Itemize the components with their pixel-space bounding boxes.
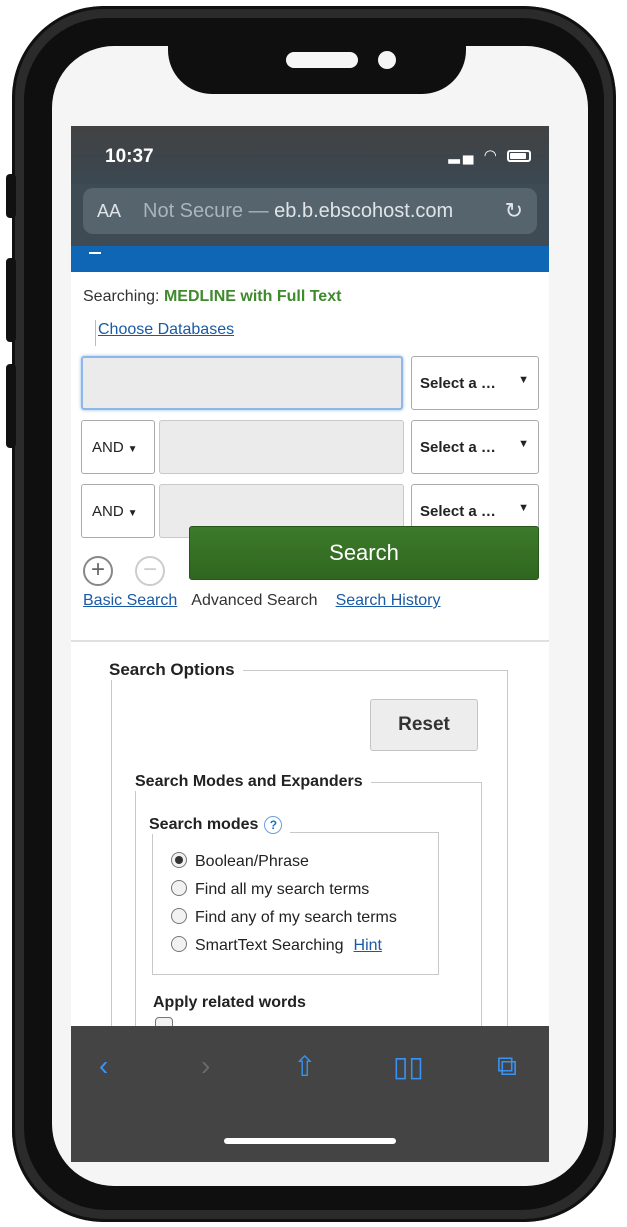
text-size-button[interactable]: AA	[97, 188, 121, 234]
mute-switch	[6, 174, 16, 218]
domain-label: eb.b.ebscohost.com	[274, 200, 454, 222]
caret-down-icon: ▼	[127, 508, 138, 519]
searching-prefix: Searching:	[83, 288, 160, 305]
search-button[interactable]: Search	[189, 526, 539, 580]
caret-down-icon: ▼	[127, 444, 138, 455]
status-bar: 10:37 ▂▄ ◠	[71, 126, 549, 184]
caret-down-icon: ▼	[518, 438, 529, 450]
menu-icon[interactable]	[89, 252, 101, 254]
address-bar-area: AA Not Secure — eb.b.ebscohost.com ↻	[71, 184, 549, 246]
home-indicator[interactable]	[224, 1138, 396, 1144]
mode-find-any[interactable]: Find any of my search terms	[171, 908, 397, 927]
radio-button[interactable]	[171, 908, 187, 924]
security-label: Not Secure —	[143, 200, 269, 222]
browser-toolbar: ‹ › ⇧ ▯▯ ⧉	[71, 1026, 549, 1162]
speaker	[286, 52, 358, 68]
tab-advanced-search: Advanced Search	[191, 592, 318, 609]
mode-label: SmartText Searching	[195, 937, 344, 954]
mode-label: Find any of my search terms	[195, 909, 397, 926]
volume-down-button	[6, 364, 16, 448]
modes-expanders-title: Search Modes and Expanders	[135, 773, 371, 791]
wifi-icon: ◠	[483, 147, 500, 164]
back-icon[interactable]: ‹	[99, 1050, 108, 1082]
radio-button[interactable]	[171, 852, 187, 868]
share-icon[interactable]: ⇧	[293, 1050, 316, 1083]
site-header-band	[71, 246, 549, 272]
front-camera	[378, 51, 396, 69]
field-select-label: Select a …	[420, 375, 496, 392]
status-icons: ▂▄ ◠	[448, 146, 531, 164]
radio-button[interactable]	[171, 880, 187, 896]
bookmarks-icon[interactable]: ▯▯	[393, 1050, 424, 1083]
tab-search-history[interactable]: Search History	[336, 592, 441, 609]
boolean-operator-select-3[interactable]: AND ▼	[81, 484, 155, 538]
search-modes-title: Search modes?	[149, 816, 291, 835]
mode-boolean-phrase[interactable]: Boolean/Phrase	[171, 852, 309, 871]
hint-link[interactable]: Hint	[354, 937, 382, 954]
mode-find-all[interactable]: Find all my search terms	[171, 880, 369, 899]
volume-up-button	[6, 258, 16, 342]
address-text[interactable]: Not Secure — eb.b.ebscohost.com	[143, 188, 453, 234]
searching-label: Searching: MEDLINE with Full Text	[83, 288, 341, 306]
reset-button[interactable]: Reset	[370, 699, 478, 751]
search-row-1: Select a … ▼	[81, 356, 539, 410]
mode-label: Find all my search terms	[195, 881, 370, 898]
tab-basic-search[interactable]: Basic Search	[83, 592, 177, 609]
search-term-input-1[interactable]	[81, 356, 403, 410]
boolean-operator-select-2[interactable]: AND ▼	[81, 420, 155, 474]
battery-icon	[507, 150, 531, 163]
signal-icon: ▂▄	[448, 147, 477, 164]
tabs-icon[interactable]: ⧉	[497, 1050, 517, 1083]
plus-circle-icon[interactable]: +	[83, 556, 113, 586]
field-select-label: Select a …	[420, 439, 496, 456]
status-time: 10:37	[105, 146, 154, 167]
field-select-1[interactable]: Select a … ▼	[411, 356, 539, 410]
operator-label: AND	[92, 439, 124, 456]
apply-related-words-label: Apply related words	[153, 994, 306, 1011]
search-row-2: AND ▼ Select a … ▼	[81, 420, 539, 474]
choose-databases-link[interactable]: Choose Databases	[95, 320, 234, 346]
radio-button[interactable]	[171, 936, 187, 952]
forward-icon: ›	[201, 1050, 211, 1081]
device-screen: 10:37 ▂▄ ◠ AA Not Secure — eb.b.ebscohos…	[71, 126, 549, 1162]
caret-down-icon: ▼	[518, 374, 529, 386]
field-select-2[interactable]: Select a … ▼	[411, 420, 539, 474]
section-divider	[71, 640, 549, 642]
help-icon[interactable]: ?	[264, 816, 283, 834]
search-options-title: Search Options	[109, 660, 243, 680]
minus-circle-icon[interactable]: −	[135, 556, 165, 586]
search-modes-label: Search modes	[149, 816, 259, 834]
database-name: MEDLINE with Full Text	[163, 288, 342, 305]
field-select-label: Select a …	[420, 503, 496, 520]
operator-label: AND	[92, 503, 124, 520]
mode-label: Boolean/Phrase	[195, 853, 309, 870]
reload-icon[interactable]: ↻	[505, 188, 523, 234]
address-bar[interactable]: AA Not Secure — eb.b.ebscohost.com ↻	[83, 188, 537, 234]
search-term-input-2[interactable]	[159, 420, 404, 474]
mode-smarttext[interactable]: SmartText Searching Hint	[171, 936, 382, 955]
search-tabs: Basic Search Advanced Search Search Histor…	[83, 592, 441, 610]
